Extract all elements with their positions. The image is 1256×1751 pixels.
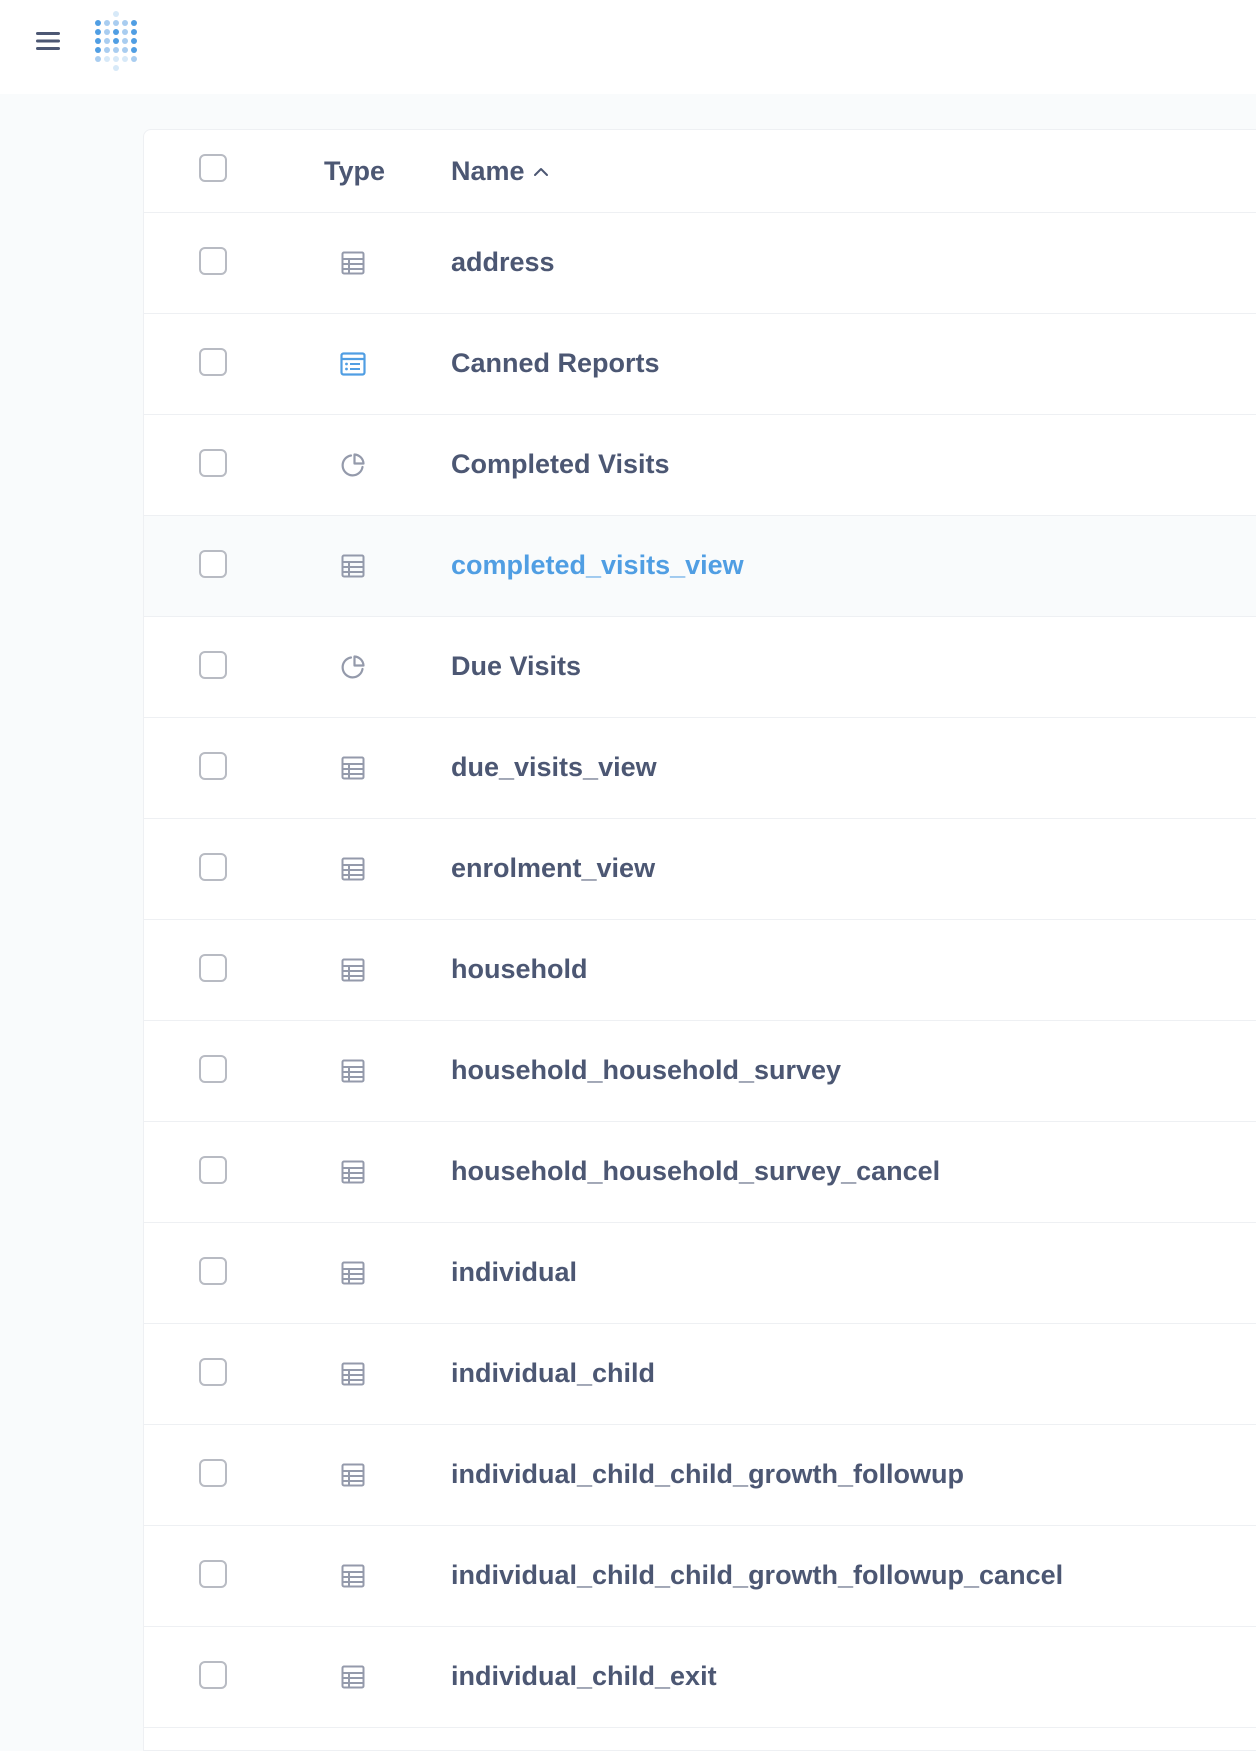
table-header-row: Type Name [144, 130, 1256, 213]
row-checkbox[interactable] [199, 449, 227, 477]
row-checkbox[interactable] [199, 247, 227, 275]
item-name-link[interactable]: individual_child [451, 1358, 655, 1389]
table-row[interactable]: household_household_survey [144, 1021, 1256, 1122]
table-row[interactable]: enrolment_view [144, 819, 1256, 920]
table-row[interactable]: completed_visits_view [144, 516, 1256, 617]
row-checkbox[interactable] [199, 1358, 227, 1386]
item-name-link[interactable]: household_household_survey_cancel [451, 1156, 940, 1187]
table-icon [339, 1663, 367, 1691]
item-name-link[interactable]: household [451, 954, 588, 985]
metabase-logo-icon[interactable] [92, 8, 152, 76]
row-checkbox[interactable] [199, 1055, 227, 1083]
table-icon [339, 249, 367, 277]
table-icon [339, 1562, 367, 1590]
row-checkbox[interactable] [199, 550, 227, 578]
table-row[interactable]: individual_child_child_growth_followup_c… [144, 1526, 1256, 1627]
row-checkbox[interactable] [199, 1560, 227, 1588]
hamburger-menu-icon[interactable] [30, 26, 66, 56]
item-name-link[interactable]: enrolment_view [451, 853, 655, 884]
chevron-up-icon [533, 166, 549, 178]
items-table: Type Name address Canned Reports Complet… [143, 129, 1256, 1751]
pie-chart-icon [339, 653, 367, 681]
table-row[interactable]: individual_child [144, 1324, 1256, 1425]
item-name-link[interactable]: due_visits_view [451, 752, 657, 783]
table-icon [339, 1360, 367, 1388]
table-row[interactable]: household [144, 920, 1256, 1021]
item-name-link[interactable]: individual_child_child_growth_followup [451, 1459, 964, 1490]
table-icon [339, 1259, 367, 1287]
item-name-link[interactable]: Due Visits [451, 651, 581, 682]
table-icon [339, 1158, 367, 1186]
table-icon [339, 1461, 367, 1489]
name-column-header[interactable]: Name [451, 156, 549, 187]
table-row[interactable]: Due Visits [144, 617, 1256, 718]
row-checkbox[interactable] [199, 1661, 227, 1689]
item-name-link[interactable]: address [451, 247, 555, 278]
table-row[interactable]: household_household_survey_cancel [144, 1122, 1256, 1223]
row-checkbox[interactable] [199, 651, 227, 679]
item-name-link[interactable]: completed_visits_view [451, 550, 744, 581]
select-all-checkbox[interactable] [199, 154, 227, 182]
type-column-header[interactable]: Type [324, 156, 385, 187]
table-row[interactable]: address [144, 213, 1256, 314]
table-icon [339, 754, 367, 782]
table-icon [339, 855, 367, 883]
pie-chart-icon [339, 451, 367, 479]
table-row[interactable]: individual_child_exit [144, 1627, 1256, 1728]
top-navigation-bar [0, 0, 1256, 94]
row-checkbox[interactable] [199, 1459, 227, 1487]
row-checkbox[interactable] [199, 954, 227, 982]
row-checkbox[interactable] [199, 853, 227, 881]
name-column-label: Name [451, 156, 525, 186]
item-name-link[interactable]: Completed Visits [451, 449, 670, 480]
table-icon [339, 552, 367, 580]
item-name-link[interactable]: individual_child_child_growth_followup_c… [451, 1560, 1063, 1591]
row-checkbox[interactable] [199, 1156, 227, 1184]
row-checkbox[interactable] [199, 752, 227, 780]
item-name-link[interactable]: Canned Reports [451, 348, 660, 379]
table-body: address Canned Reports Completed Visits … [144, 213, 1256, 1728]
table-row[interactable]: due_visits_view [144, 718, 1256, 819]
row-checkbox[interactable] [199, 348, 227, 376]
row-checkbox[interactable] [199, 1257, 227, 1285]
table-row[interactable]: individual [144, 1223, 1256, 1324]
table-row[interactable]: Canned Reports [144, 314, 1256, 415]
table-icon [339, 1057, 367, 1085]
table-row[interactable]: Completed Visits [144, 415, 1256, 516]
table-row[interactable]: individual_child_child_growth_followup [144, 1425, 1256, 1526]
item-name-link[interactable]: individual_child_exit [451, 1661, 717, 1692]
table-icon [339, 956, 367, 984]
dashboard-icon [339, 350, 367, 378]
item-name-link[interactable]: individual [451, 1257, 577, 1288]
item-name-link[interactable]: household_household_survey [451, 1055, 841, 1086]
